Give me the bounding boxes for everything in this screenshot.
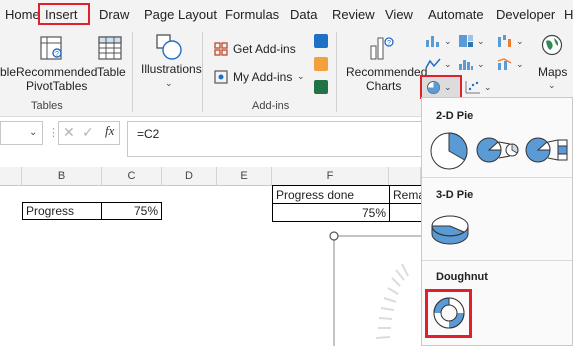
cell-b2[interactable]: Progress <box>22 202 102 220</box>
pie-3d-heading: 3-D Pie <box>436 189 474 201</box>
statistic-chart-icon[interactable] <box>458 57 474 71</box>
people-graph-icon[interactable] <box>314 80 328 94</box>
divider <box>422 177 572 178</box>
table-label[interactable]: Table <box>97 65 126 79</box>
insert-function-icon[interactable]: fx <box>105 123 114 139</box>
pie-chart-dropdown: 2-D Pie 3-D Pie Doughnut <box>421 97 573 346</box>
recommended-pivottables-icon: ? <box>40 36 62 60</box>
insert-tab-highlight <box>38 3 90 25</box>
tab-help-partial[interactable]: H <box>564 7 573 22</box>
cell-c2[interactable]: 75% <box>101 202 162 220</box>
chevron-down-icon[interactable]: ⌄ <box>516 36 524 47</box>
maps-icon[interactable] <box>541 34 563 56</box>
pie-2d-heading: 2-D Pie <box>436 110 474 122</box>
chevron-down-icon[interactable]: ⌄ <box>516 59 524 70</box>
recommended-pivottables-button[interactable]: ? <box>38 34 66 67</box>
maps-label[interactable]: Maps <box>538 65 567 79</box>
illustrations-label[interactable]: Illustrations <box>141 62 202 76</box>
cancel-icon[interactable]: ✕ <box>63 124 75 141</box>
column-header-d[interactable]: D <box>162 167 217 186</box>
shapes-icon <box>156 34 182 60</box>
table-button[interactable] <box>97 34 123 67</box>
tab-page-layout[interactable]: Page Layout <box>144 7 217 22</box>
bar-of-pie-option[interactable] <box>524 134 570 166</box>
chevron-down-icon[interactable]: ⌄ <box>548 80 556 91</box>
tab-review[interactable]: Review <box>332 7 375 22</box>
tab-draw[interactable]: Draw <box>99 7 129 22</box>
recommended-charts-button[interactable]: ? <box>368 32 396 67</box>
recommended-charts-icon: ? <box>370 37 394 60</box>
combo-chart-icon[interactable] <box>497 57 513 71</box>
bing-maps-icon[interactable] <box>314 57 328 71</box>
recommended-pivottables-label[interactable]: Recommended <box>16 65 97 79</box>
column-chart-icon[interactable] <box>425 34 441 48</box>
svg-text:?: ? <box>387 40 391 47</box>
formula-input[interactable] <box>127 121 427 157</box>
table-icon <box>98 36 122 60</box>
column-header-f[interactable]: F <box>272 167 389 186</box>
group-divider <box>202 32 203 112</box>
svg-text:?: ? <box>55 51 59 58</box>
get-addins-button[interactable]: Get Add-ins <box>233 42 296 56</box>
addins-group-label: Add-ins <box>252 100 290 112</box>
column-header-g-partial[interactable] <box>389 167 421 186</box>
chevron-down-icon[interactable]: ⌄ <box>444 59 452 70</box>
recommended-charts-label[interactable]: Recommended <box>346 65 427 79</box>
chart-resize-handle <box>329 231 339 241</box>
chevron-down-icon[interactable]: ⌄ <box>484 82 492 93</box>
pie-3d-option[interactable] <box>428 208 472 248</box>
cell-f1[interactable]: Progress done <box>272 185 390 204</box>
recommended-charts-label-2[interactable]: Charts <box>366 79 401 93</box>
column-header-b[interactable]: B <box>22 167 102 186</box>
doughnut-heading: Doughnut <box>436 271 488 283</box>
tab-data[interactable]: Data <box>290 7 317 22</box>
recommended-pivottables-label-2[interactable]: PivotTables <box>26 79 87 93</box>
enter-icon[interactable]: ✓ <box>82 124 94 141</box>
divider <box>422 260 572 261</box>
cell-g2[interactable] <box>389 203 421 222</box>
chevron-down-icon[interactable]: ⌄ <box>165 78 173 89</box>
column-header-e[interactable]: E <box>217 167 272 186</box>
tab-home[interactable]: Home <box>5 7 40 22</box>
tables-group-label: Tables <box>31 100 63 112</box>
line-chart-icon[interactable] <box>425 57 441 71</box>
tab-view[interactable]: View <box>385 7 413 22</box>
visio-icon[interactable] <box>314 34 328 48</box>
cell-g1[interactable]: Rema <box>389 185 421 204</box>
chart-object[interactable] <box>326 228 422 346</box>
tab-formulas[interactable]: Formulas <box>225 7 279 22</box>
hierarchy-chart-icon[interactable] <box>458 34 474 48</box>
chevron-down-icon[interactable]: ⌄ <box>29 127 37 138</box>
chevron-down-icon[interactable]: ⌄ <box>477 36 485 47</box>
waterfall-chart-icon[interactable] <box>497 34 513 48</box>
doughnut-highlight <box>425 289 472 338</box>
chevron-down-icon[interactable]: ⌄ <box>477 59 485 70</box>
my-addins-icon[interactable] <box>214 70 228 84</box>
scatter-chart-icon[interactable] <box>465 80 481 94</box>
pie-button-highlight <box>420 75 462 99</box>
my-addins-button[interactable]: My Add-ins <box>233 70 292 84</box>
tab-developer[interactable]: Developer <box>496 7 555 22</box>
formula-text: =C2 <box>137 127 160 141</box>
column-header-c[interactable]: C <box>102 167 162 186</box>
pivottable-label-partial[interactable]: ble <box>0 65 16 79</box>
ribbon-tabs: Home Insert Draw Page Layout Formulas Da… <box>0 0 573 30</box>
pie-of-pie-option[interactable] <box>476 134 520 166</box>
group-divider <box>336 32 337 112</box>
pie-2d-option[interactable] <box>428 130 470 172</box>
store-icon[interactable] <box>214 42 228 56</box>
group-divider <box>132 32 133 112</box>
chevron-down-icon[interactable]: ⌄ <box>297 71 305 82</box>
tab-automate[interactable]: Automate <box>428 7 484 22</box>
chevron-down-icon[interactable]: ⌄ <box>444 36 452 47</box>
column-header-a-partial[interactable] <box>0 167 22 186</box>
cell-f2[interactable]: 75% <box>272 203 390 222</box>
